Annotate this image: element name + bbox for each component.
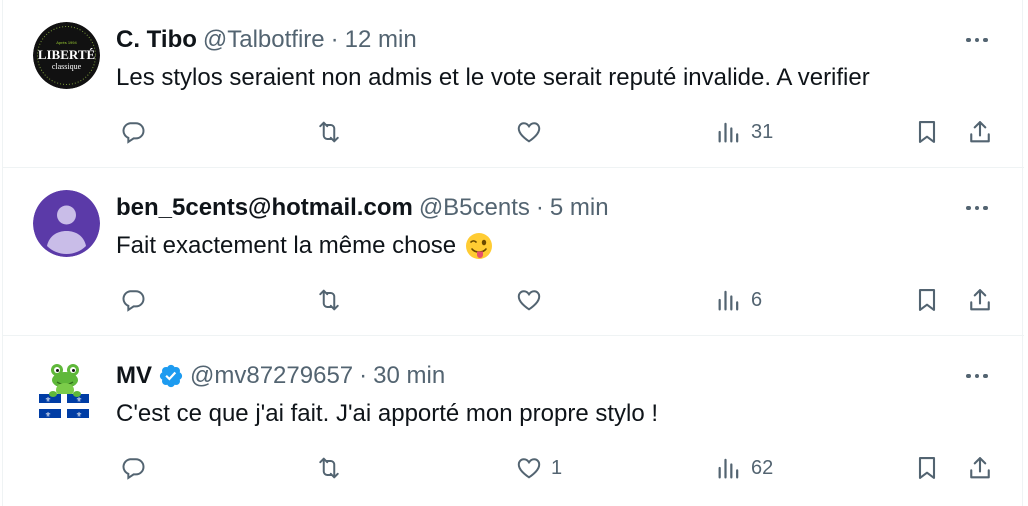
- timestamp[interactable]: 30 min: [373, 362, 445, 390]
- svg-text:⚜: ⚜: [76, 396, 82, 404]
- tweet-mv[interactable]: ⚜ ⚜ ⚜ ⚜ MV @mv87279657 · 30 min C'est ce…: [3, 336, 1024, 504]
- bookmark-icon: [918, 289, 936, 311]
- separator-dot: ·: [359, 362, 368, 389]
- view-count: 31: [751, 120, 774, 143]
- bookmark-button[interactable]: [913, 450, 941, 486]
- more-options-icon[interactable]: [960, 366, 994, 386]
- view-count: 62: [751, 456, 774, 479]
- default-person-avatar: [33, 190, 100, 257]
- share-button[interactable]: [966, 450, 994, 486]
- tweet-ctibo[interactable]: Après 1994 LIBERTÉ classique C. Tibo @Ta…: [3, 0, 1024, 168]
- bookmark-icon: [918, 457, 936, 479]
- tweet-text: C'est ce que j'ai fait. J'ai apporté mon…: [116, 398, 658, 430]
- bookmark-button[interactable]: [913, 114, 941, 150]
- avatar[interactable]: [33, 190, 100, 257]
- tweet-text-content: Fait exactement la même chose: [116, 232, 457, 259]
- reply-icon: [122, 458, 145, 480]
- tweet-ben5cents[interactable]: ben_5cents@hotmail.com @B5cents · 5 min …: [3, 168, 1024, 336]
- reply-button[interactable]: [119, 282, 147, 318]
- separator-dot: ·: [535, 194, 544, 221]
- tweet-actions: 6: [3, 282, 1024, 318]
- timestamp[interactable]: 12 min: [345, 26, 417, 54]
- heart-icon: [517, 290, 541, 311]
- like-button[interactable]: 1: [515, 450, 562, 486]
- views-button[interactable]: 31: [715, 114, 773, 150]
- author-name[interactable]: C. Tibo: [116, 26, 197, 54]
- repost-icon: [319, 289, 339, 311]
- bookmark-button[interactable]: [913, 282, 941, 318]
- reply-button[interactable]: [119, 114, 147, 150]
- repost-button[interactable]: [315, 114, 343, 150]
- tweet-text-content: C'est ce que j'ai fait. J'ai apporté mon…: [116, 400, 659, 427]
- svg-text:⚜: ⚜: [76, 411, 82, 419]
- svg-text:⚜: ⚜: [45, 396, 51, 404]
- timestamp[interactable]: 5 min: [550, 194, 609, 222]
- svg-text:⚜: ⚜: [45, 411, 51, 419]
- tweet-text-content: Les stylos seraient non admis et le vote…: [116, 64, 870, 91]
- tweet-header: C. Tibo @Talbotfire · 12 min: [116, 24, 417, 56]
- avatar[interactable]: ⚜ ⚜ ⚜ ⚜: [33, 358, 100, 425]
- like-count: 1: [551, 456, 563, 479]
- frog-quebec-flag-avatar: ⚜ ⚜ ⚜ ⚜: [33, 358, 100, 425]
- like-button[interactable]: [515, 282, 551, 318]
- author-name[interactable]: ben_5cents@hotmail.com: [116, 194, 413, 222]
- repost-icon: [319, 457, 339, 479]
- tweet-actions: 31: [3, 114, 1024, 150]
- tweet-header: MV @mv87279657 · 30 min: [116, 360, 445, 392]
- reply-icon: [122, 122, 145, 144]
- repost-button[interactable]: [315, 282, 343, 318]
- share-button[interactable]: [966, 114, 994, 150]
- tweet-text: Fait exactement la même chose: [116, 230, 494, 262]
- author-name[interactable]: MV: [116, 362, 152, 390]
- tweet-text: Les stylos seraient non admis et le vote…: [116, 62, 870, 94]
- separator-dot: ·: [330, 26, 339, 53]
- timeline: Après 1994 LIBERTÉ classique C. Tibo @Ta…: [2, 0, 1024, 506]
- reply-button[interactable]: [119, 450, 147, 486]
- author-handle[interactable]: @mv87279657: [190, 362, 353, 390]
- bookmark-icon: [918, 121, 936, 143]
- more-options-icon[interactable]: [960, 198, 994, 218]
- heart-icon: [517, 122, 541, 143]
- more-options-icon[interactable]: [960, 30, 994, 50]
- view-count: 6: [751, 288, 763, 311]
- verified-badge-icon[interactable]: [158, 363, 184, 389]
- repost-icon: [319, 121, 339, 143]
- logo-small-text: Après 1994: [56, 40, 77, 45]
- like-button[interactable]: [515, 114, 551, 150]
- analytics-icon: [718, 122, 739, 143]
- liberte-classique-logo: Après 1994 LIBERTÉ classique: [33, 22, 100, 89]
- analytics-icon: [718, 458, 739, 479]
- reply-icon: [122, 290, 145, 312]
- repost-button[interactable]: [315, 450, 343, 486]
- tweet-header: ben_5cents@hotmail.com @B5cents · 5 min: [116, 192, 609, 224]
- heart-icon: [517, 458, 541, 479]
- author-handle[interactable]: @Talbotfire: [203, 26, 325, 54]
- views-button[interactable]: 6: [715, 282, 762, 318]
- author-handle[interactable]: @B5cents: [419, 194, 530, 222]
- analytics-icon: [718, 290, 739, 311]
- avatar[interactable]: Après 1994 LIBERTÉ classique: [33, 22, 100, 89]
- logo-line1: LIBERTÉ: [38, 47, 95, 62]
- share-icon: [970, 121, 990, 143]
- tweet-actions: 1 62: [3, 450, 1024, 486]
- winking-face-with-tongue-emoji: [466, 233, 493, 259]
- share-button[interactable]: [966, 282, 994, 318]
- views-button[interactable]: 62: [715, 450, 773, 486]
- share-icon: [970, 457, 990, 479]
- share-icon: [970, 289, 990, 311]
- logo-line2: classique: [52, 62, 82, 71]
